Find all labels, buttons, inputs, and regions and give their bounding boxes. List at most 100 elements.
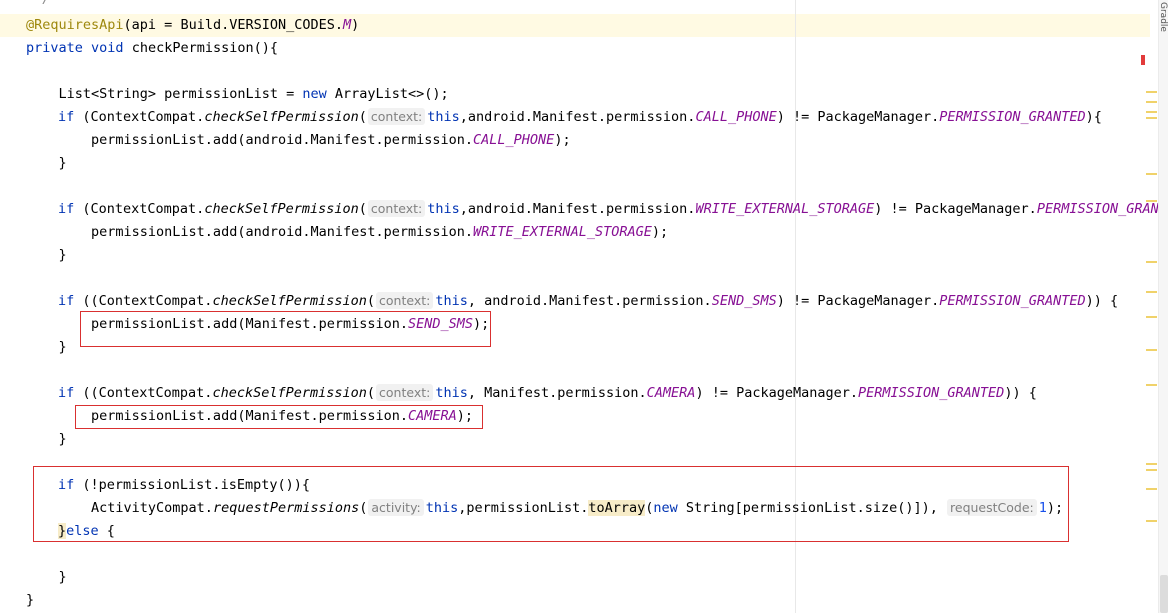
code-line-method-signature[interactable]: private void checkPermission(){	[26, 37, 1168, 60]
granted-constant: PERMISSION_GRANTED	[858, 385, 1005, 401]
warning-marker[interactable]	[1146, 261, 1157, 263]
warning-marker[interactable]	[1146, 173, 1157, 175]
code-line-if-write-storage[interactable]: if (ContextCompat.checkSelfPermission(co…	[58, 198, 1168, 221]
highlight-box-send-sms	[80, 311, 491, 347]
closing-brace: }	[26, 247, 67, 263]
code-line-close-brace[interactable]: }	[26, 566, 1168, 589]
code-line-close-brace[interactable]: }	[26, 152, 1168, 175]
comparison: ) != PackageManager.	[776, 293, 940, 309]
permission-constant: SEND_SMS	[711, 293, 777, 309]
method-closing-brace: }	[26, 592, 35, 608]
annotation-args: (api = Build.VERSION_CODES.	[123, 17, 343, 33]
add-permission-constant: CALL_PHONE	[473, 132, 555, 148]
this-keyword: this	[427, 201, 460, 217]
if-end: ){	[1085, 109, 1102, 125]
check-self-permission-method: checkSelfPermission	[212, 293, 367, 309]
method-name: checkPermission(){	[123, 40, 278, 56]
permission-path: ,android.Manifest.permission.	[459, 201, 696, 217]
comment-text: */	[26, 0, 50, 7]
permission-path: , Manifest.permission.	[467, 385, 647, 401]
permission-path: ,android.Manifest.permission.	[459, 109, 696, 125]
code-line-method-close[interactable]: }	[26, 589, 1168, 612]
call-paren: (	[366, 385, 376, 401]
if-end: )) {	[1004, 385, 1037, 401]
warning-marker[interactable]	[1146, 101, 1157, 103]
call-paren: (	[366, 293, 376, 309]
side-panel-tab[interactable]: Gradle	[1158, 2, 1168, 72]
add-call-end: );	[651, 224, 669, 240]
code-line-annotation[interactable]: @RequiresApi(api = Build.VERSION_CODES.M…	[26, 14, 1168, 37]
code-line-list-declaration[interactable]: List<String> permissionList = new ArrayL…	[26, 83, 1168, 106]
if-keyword: if	[58, 109, 75, 125]
add-call-end: );	[554, 132, 571, 148]
if-call-prefix: (ContextCompat.	[74, 109, 205, 125]
add-call-prefix: permissionList.add(android.Manifest.perm…	[26, 132, 474, 148]
warning-marker[interactable]	[1146, 463, 1157, 465]
if-keyword: if	[58, 201, 75, 217]
list-declaration-end: ArrayList<>();	[326, 86, 449, 102]
parameter-hint-context: context:	[367, 108, 426, 125]
code-line-if-camera[interactable]: if ((ContextCompat.checkSelfPermission(c…	[58, 382, 1168, 405]
code-line-close-brace[interactable]: }	[26, 428, 1168, 451]
parameter-hint-context: context:	[376, 384, 434, 401]
warning-marker[interactable]	[1146, 469, 1157, 471]
code-line-if-call-phone[interactable]: if (ContextCompat.checkSelfPermission(co…	[58, 106, 1168, 129]
check-self-permission-method: checkSelfPermission	[204, 201, 359, 217]
this-keyword: this	[435, 385, 468, 401]
code-line-if-send-sms[interactable]: if ((ContextCompat.checkSelfPermission(c…	[58, 290, 1168, 313]
annotation-keyword: @RequiresApi	[26, 17, 124, 33]
new-keyword: new	[302, 86, 327, 102]
warning-marker[interactable]	[1146, 520, 1157, 522]
comparison: ) != PackageManager.	[776, 109, 940, 125]
closing-brace: }	[26, 155, 67, 171]
warning-marker[interactable]	[1146, 316, 1157, 318]
closing-brace: }	[26, 431, 67, 447]
code-line-add-write-storage[interactable]: permissionList.add(android.Manifest.perm…	[26, 221, 1168, 244]
if-call-prefix: ((ContextCompat.	[74, 385, 213, 401]
parameter-hint-context: context:	[376, 292, 434, 309]
parameter-hint-context: context:	[367, 200, 426, 217]
closing-brace: }	[26, 569, 67, 585]
if-call-prefix: ((ContextCompat.	[74, 293, 213, 309]
call-paren: (	[358, 109, 367, 125]
warning-marker[interactable]	[1146, 488, 1157, 490]
code-editor[interactable]: */ @RequiresApi(api = Build.VERSION_CODE…	[0, 0, 1168, 613]
warning-marker[interactable]	[1146, 384, 1157, 386]
granted-constant: PERMISSION_GRANTED	[939, 109, 1086, 125]
code-line-add-call-phone[interactable]: permissionList.add(android.Manifest.perm…	[26, 129, 1168, 152]
code-line-comment[interactable]: */	[26, 0, 1168, 11]
version-code-constant: M	[343, 17, 352, 33]
permission-constant: CAMERA	[646, 385, 696, 401]
warning-marker[interactable]	[1146, 91, 1157, 93]
closing-brace: }	[26, 339, 67, 355]
check-self-permission-method: checkSelfPermission	[204, 109, 359, 125]
scrollbar-thumb[interactable]	[1160, 575, 1168, 613]
this-keyword: this	[427, 109, 460, 125]
warning-marker[interactable]	[1146, 200, 1157, 202]
annotation-close: )	[351, 17, 360, 33]
call-paren: (	[358, 201, 367, 217]
list-declaration-start: List<String> permissionList =	[26, 86, 303, 102]
if-keyword: if	[58, 293, 75, 309]
if-call-prefix: (ContextCompat.	[74, 201, 205, 217]
vertical-scrollbar[interactable]	[1158, 0, 1168, 613]
warning-marker[interactable]	[1146, 111, 1157, 113]
error-side-marker	[1141, 55, 1145, 65]
if-keyword: if	[58, 385, 75, 401]
granted-constant: PERMISSION_GRANTED	[939, 293, 1086, 309]
permission-constant: WRITE_EXTERNAL_STORAGE	[695, 201, 875, 217]
add-call-prefix: permissionList.add(android.Manifest.perm…	[26, 224, 474, 240]
if-end: )) {	[1085, 293, 1119, 309]
permission-constant: CALL_PHONE	[695, 109, 777, 125]
highlight-box-request	[33, 466, 1069, 542]
granted-constant: PERMISSION_GRANT	[1036, 201, 1167, 217]
code-line-close-brace[interactable]: }	[26, 244, 1168, 267]
void-keyword: void	[91, 40, 124, 56]
warning-marker[interactable]	[1146, 291, 1157, 293]
check-self-permission-method: checkSelfPermission	[212, 385, 367, 401]
comparison: ) != PackageManager.	[874, 201, 1037, 217]
warning-marker[interactable]	[1146, 117, 1157, 119]
side-panel-label: Gradle	[1158, 2, 1168, 32]
warning-marker[interactable]	[1146, 349, 1157, 351]
comparison: ) != PackageManager.	[695, 385, 859, 401]
